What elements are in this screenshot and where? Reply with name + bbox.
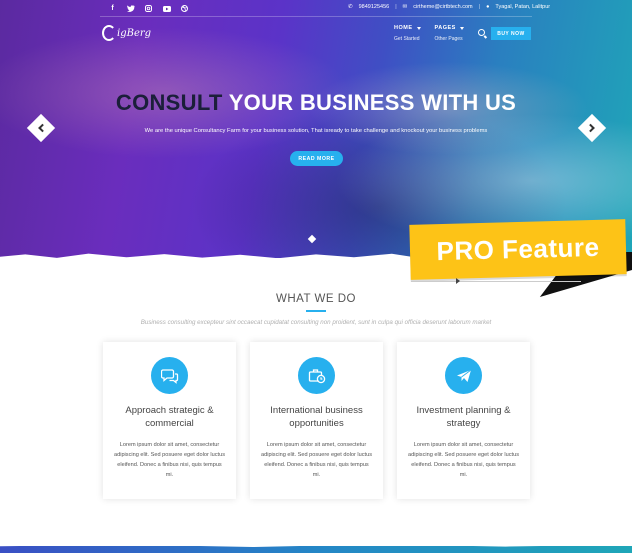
chevron-right-icon — [586, 123, 595, 133]
logo[interactable]: igBerg — [102, 25, 151, 41]
buy-now-button[interactable]: BUY NOW — [491, 27, 531, 40]
nav-item-sublabel: Other Pages — [434, 36, 463, 42]
instagram-icon[interactable] — [144, 4, 153, 13]
read-more-button[interactable]: READ MORE — [290, 151, 343, 166]
phone-icon: ✆ — [348, 4, 353, 10]
hero-banner: f ✆ 9849125456 | ✉ cirtheme@cirtbtech.co… — [0, 0, 632, 258]
search-icon[interactable] — [478, 29, 485, 36]
slider-prev-button[interactable] — [26, 113, 56, 143]
service-card[interactable]: Approach strategic & commercial Lorem ip… — [103, 342, 236, 499]
nav-item-label: PAGES — [434, 25, 456, 31]
social-links: f — [108, 4, 189, 13]
email-address[interactable]: cirtheme@cirtbtech.com — [413, 4, 472, 10]
divider — [411, 281, 581, 282]
facebook-icon[interactable]: f — [108, 4, 117, 13]
card-body: Lorem ipsum dolor sit amet, consectetur … — [260, 442, 372, 478]
title-underline — [306, 310, 326, 312]
twitter-icon[interactable] — [126, 4, 135, 13]
chevron-down-icon — [459, 26, 464, 30]
headline-rest: YOUR BUSINESS WITH US — [228, 90, 517, 115]
nav-item-home[interactable]: HOME Get Started — [394, 25, 421, 42]
nav-item-sublabel: Get Started — [394, 36, 420, 42]
card-body: Lorem ipsum dolor sit amet, consectetur … — [407, 442, 519, 478]
ribbon-label: PRO Feature — [436, 231, 600, 267]
chevron-left-icon — [38, 123, 47, 133]
chevron-down-icon — [416, 26, 421, 30]
phone-number[interactable]: 9849125456 — [359, 4, 390, 10]
divider — [100, 16, 532, 17]
chat-bubbles-icon — [151, 357, 188, 394]
briefcase-clock-icon — [298, 357, 335, 394]
main-nav: HOME Get Started PAGES Other Pages — [394, 25, 464, 42]
card-title: Approach strategic & commercial — [125, 405, 214, 429]
nav-item-pages[interactable]: PAGES Other Pages — [435, 25, 464, 42]
pro-feature-ribbon: PRO Feature — [409, 219, 627, 280]
divider: | — [478, 4, 481, 10]
location-text: Tyagal, Patan, Lalitpur — [495, 4, 551, 10]
headline-accent: CONSULT — [115, 90, 223, 115]
service-card[interactable]: International business opportunities Lor… — [250, 342, 383, 499]
hero-headline: CONSULT YOUR BUSINESS WITH US — [0, 90, 632, 116]
service-cards: Approach strategic & commercial Lorem ip… — [103, 342, 531, 499]
logo-text: igBerg — [117, 27, 152, 39]
footer-strip — [0, 546, 632, 553]
slider-dot[interactable] — [307, 234, 317, 244]
card-title: International business opportunities — [270, 405, 363, 429]
slider-next-button[interactable] — [577, 113, 607, 143]
paper-plane-icon — [445, 357, 482, 394]
card-body: Lorem ipsum dolor sit amet, consectetur … — [113, 442, 225, 478]
service-card[interactable]: Investment planning & strategy Lorem ips… — [397, 342, 530, 499]
nav-item-label: HOME — [394, 25, 413, 31]
contact-info: ✆ 9849125456 | ✉ cirtheme@cirtbtech.com … — [348, 4, 550, 10]
logo-mark-icon — [102, 25, 116, 41]
section-subtitle: Business consulting excepteur sint occae… — [140, 319, 492, 326]
divider: | — [395, 4, 397, 10]
top-bar: f ✆ 9849125456 | ✉ cirtheme@cirtbtech.co… — [0, 0, 632, 16]
hero-subline: We are the unique Consultancy Farm for y… — [144, 128, 488, 134]
location-icon: ● — [486, 4, 490, 10]
dribbble-icon[interactable] — [180, 4, 189, 13]
email-icon: ✉ — [402, 4, 408, 10]
youtube-icon[interactable] — [162, 4, 171, 13]
card-title: Investment planning & strategy — [416, 405, 511, 429]
play-icon — [456, 278, 460, 284]
section-title: WHAT WE DO — [276, 293, 356, 305]
